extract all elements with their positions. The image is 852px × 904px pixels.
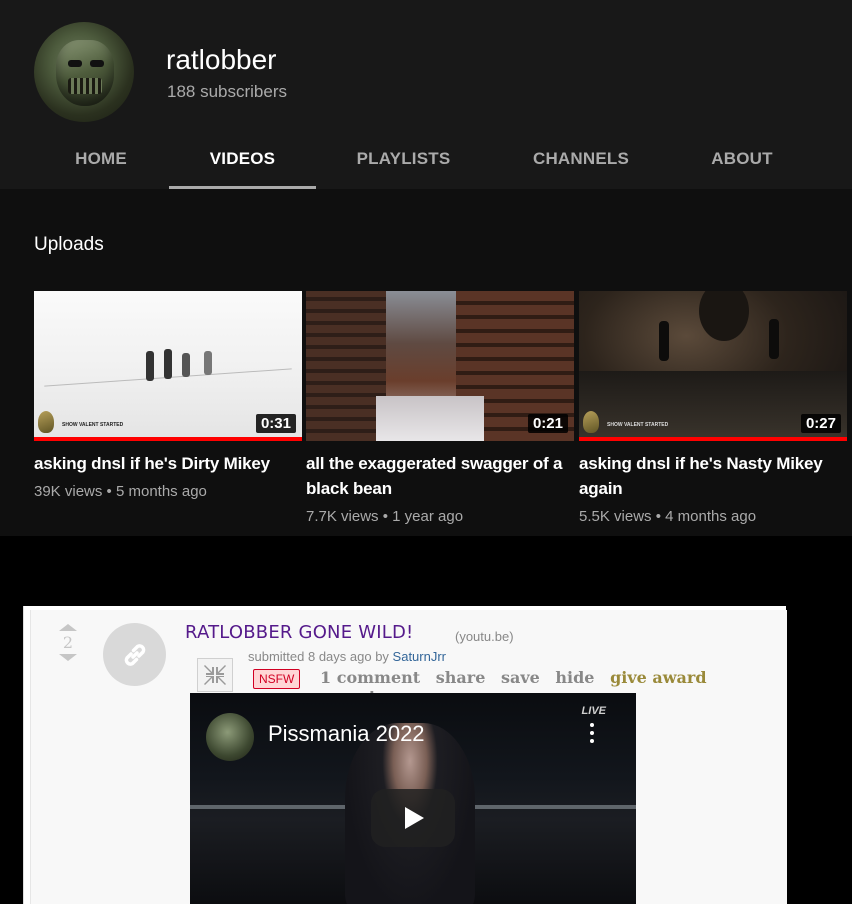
section-title[interactable]: Uploads bbox=[34, 234, 104, 256]
channel-logo-icon bbox=[38, 411, 54, 433]
play-button-icon[interactable] bbox=[371, 789, 455, 847]
video-meta: 7.7K views • 1 year ago bbox=[306, 508, 574, 525]
collapse-icon bbox=[204, 665, 226, 685]
view-count: 39K views bbox=[34, 483, 103, 500]
post-tagline: submitted 8 days ago by SaturnJrr bbox=[248, 649, 446, 664]
thumb-logo-text: SHOW VALENT STARTED bbox=[62, 422, 124, 428]
video-meta: 5.5K views • 4 months ago bbox=[579, 508, 847, 525]
comments-link[interactable]: 1 comment bbox=[320, 668, 420, 687]
tab-videos[interactable]: VIDEOS bbox=[169, 130, 316, 189]
video-title[interactable]: asking dnsl if he's Nasty Mikey again bbox=[579, 451, 847, 501]
channel-avatar[interactable] bbox=[34, 22, 134, 122]
video-card[interactable]: 0:21 all the exaggerated swagger of a bl… bbox=[306, 291, 574, 525]
upvote-arrow-icon[interactable] bbox=[59, 624, 77, 631]
collapse-expando-button[interactable] bbox=[197, 658, 233, 692]
video-thumbnail[interactable]: SHOW VALENT STARTED 0:27 bbox=[579, 291, 847, 441]
upload-age: 1 year ago bbox=[392, 508, 464, 525]
nsfw-badge: NSFW bbox=[253, 669, 301, 689]
link-icon bbox=[124, 644, 146, 666]
video-thumbnail[interactable]: SHOW VALENT STARTED 0:31 bbox=[34, 291, 302, 441]
upload-age: 4 months ago bbox=[665, 508, 757, 525]
view-count: 5.5K views bbox=[579, 508, 652, 525]
tab-about[interactable]: ABOUT bbox=[696, 130, 788, 189]
meta-separator: • bbox=[382, 508, 388, 525]
video-duration: 0:31 bbox=[255, 414, 296, 433]
channel-header: ratlobber 188 subscribers HOME VIDEOS PL… bbox=[0, 0, 852, 189]
upload-age: 5 months ago bbox=[115, 483, 207, 500]
video-card[interactable]: SHOW VALENT STARTED 0:27 asking dnsl if … bbox=[579, 291, 847, 525]
link-thumbnail[interactable] bbox=[103, 623, 166, 686]
embedded-video-player[interactable]: Pissmania 2022 LIVE bbox=[190, 693, 636, 904]
post-title[interactable]: RATLOBBER GONE WILD! bbox=[185, 622, 413, 643]
more-options-icon[interactable] bbox=[590, 723, 594, 747]
video-duration: 0:27 bbox=[800, 414, 841, 433]
video-duration: 0:21 bbox=[527, 414, 568, 433]
thumb-logo-text: SHOW VALENT STARTED bbox=[607, 422, 669, 428]
video-card[interactable]: SHOW VALENT STARTED 0:31 asking dnsl if … bbox=[34, 291, 302, 500]
video-thumbnail[interactable]: 0:21 bbox=[306, 291, 574, 441]
embed-video-title[interactable]: Pissmania 2022 bbox=[268, 721, 425, 747]
post-domain[interactable]: (youtu.be) bbox=[455, 629, 514, 644]
hide-button[interactable]: hide bbox=[555, 668, 594, 687]
give-award-button[interactable]: give award bbox=[610, 668, 706, 687]
submitted-text: submitted 8 days ago by bbox=[248, 649, 389, 664]
video-title[interactable]: all the exaggerated swagger of a black b… bbox=[306, 451, 574, 501]
meta-separator: • bbox=[106, 483, 112, 500]
embed-channel-avatar[interactable] bbox=[206, 713, 254, 761]
uploads-section: Uploads SHOW VALENT STARTED 0:31 asking … bbox=[0, 189, 852, 536]
downvote-arrow-icon[interactable] bbox=[59, 654, 77, 661]
tab-channels[interactable]: CHANNELS bbox=[516, 130, 646, 189]
meta-separator: • bbox=[655, 508, 661, 525]
reddit-post: 2 RATLOBBER GONE WILD! (youtu.be) submit… bbox=[23, 606, 787, 904]
tab-home[interactable]: HOME bbox=[60, 130, 142, 189]
channel-logo-icon bbox=[583, 411, 599, 433]
share-button[interactable]: share bbox=[436, 668, 486, 687]
view-count: 7.7K views bbox=[306, 508, 379, 525]
watch-progress-bar bbox=[34, 437, 302, 441]
video-meta: 39K views • 5 months ago bbox=[34, 483, 302, 500]
watch-progress-bar bbox=[579, 437, 847, 441]
tab-playlists[interactable]: PLAYLISTS bbox=[340, 130, 467, 189]
video-title[interactable]: asking dnsl if he's Dirty Mikey bbox=[34, 451, 302, 476]
post-container: 2 RATLOBBER GONE WILD! (youtu.be) submit… bbox=[30, 610, 787, 904]
subscriber-count: 188 subscribers bbox=[167, 82, 288, 101]
post-score: 2 bbox=[62, 633, 74, 652]
vote-column: 2 bbox=[58, 624, 78, 661]
author-link[interactable]: SaturnJrr bbox=[393, 649, 446, 664]
save-button[interactable]: save bbox=[501, 668, 540, 687]
channel-name: ratlobber bbox=[166, 44, 277, 75]
live-badge: LIVE bbox=[581, 705, 606, 717]
channel-tabs: HOME VIDEOS PLAYLISTS CHANNELS ABOUT bbox=[0, 130, 852, 189]
